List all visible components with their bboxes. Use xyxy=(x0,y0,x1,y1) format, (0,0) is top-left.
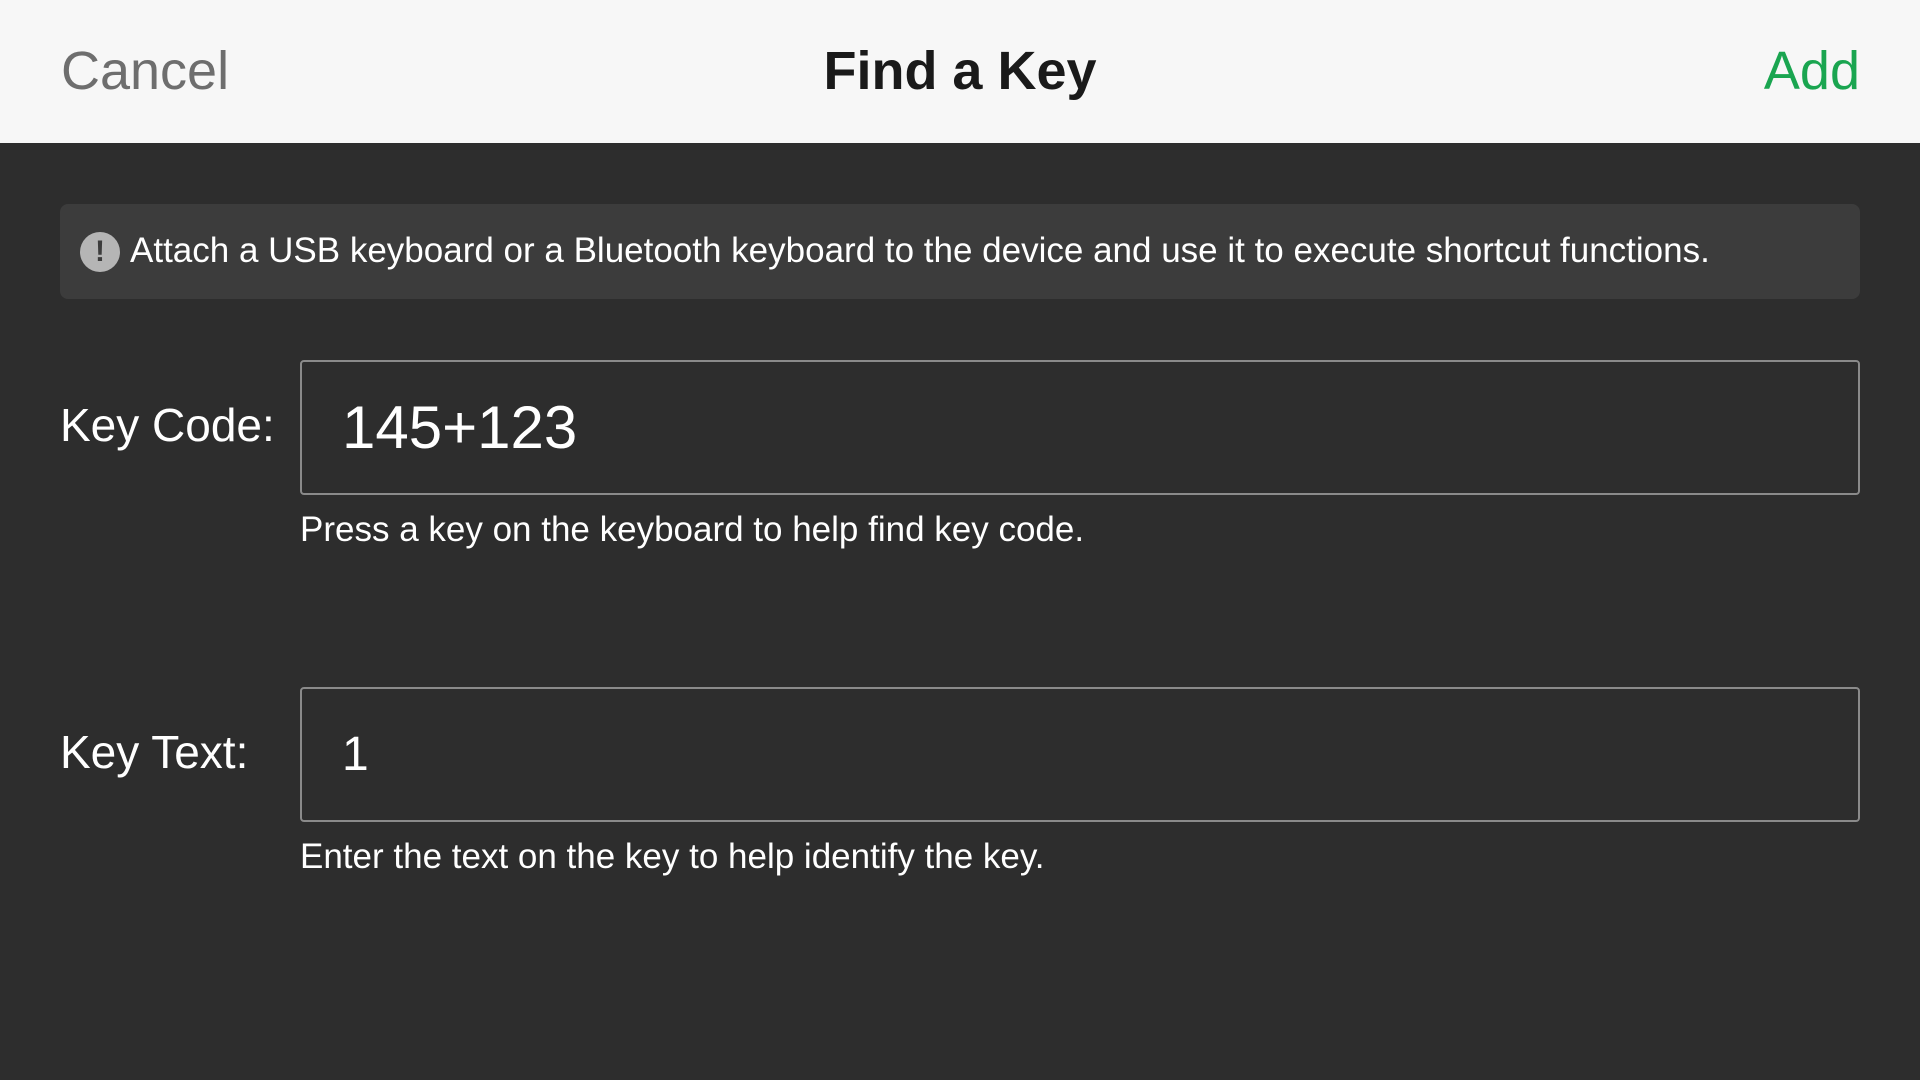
info-banner-text: Attach a USB keyboard or a Bluetooth key… xyxy=(130,231,1710,270)
key-code-label: Key Code: xyxy=(60,399,275,451)
exclamation-circle-icon: ! xyxy=(80,232,120,272)
add-button[interactable]: Add xyxy=(1764,40,1860,102)
key-text-input[interactable] xyxy=(300,687,1860,822)
page-title: Find a Key xyxy=(823,41,1097,101)
info-banner: ! Attach a USB keyboard or a Bluetooth k… xyxy=(60,204,1860,299)
key-text-label: Key Text: xyxy=(60,726,249,778)
key-code-input[interactable] xyxy=(300,360,1860,495)
key-text-hint: Enter the text on the key to help identi… xyxy=(300,837,1045,876)
top-bar: Cancel Find a Key Add xyxy=(0,0,1920,143)
key-code-hint: Press a key on the keyboard to help find… xyxy=(300,510,1085,549)
